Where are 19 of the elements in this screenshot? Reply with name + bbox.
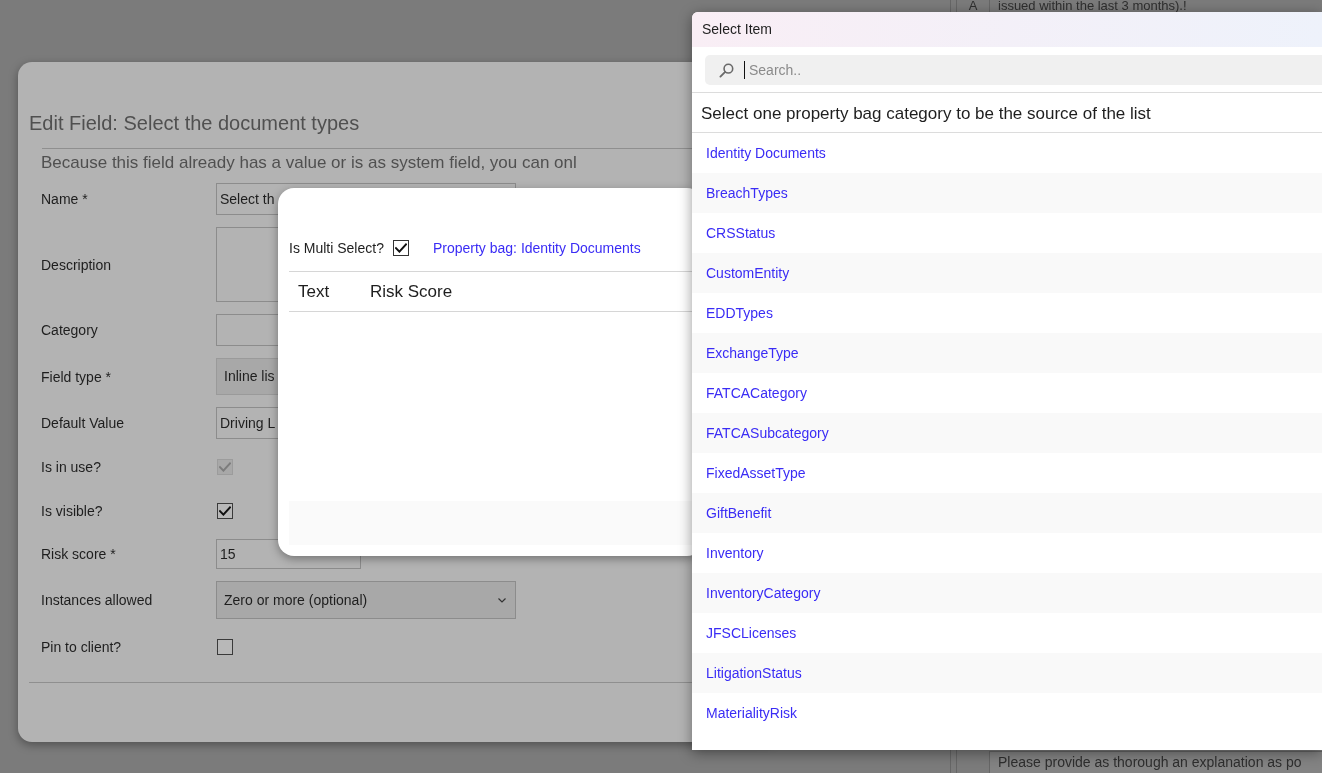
field-label: Pin to client? [41,639,122,655]
dialog-title: Edit Field: Select the document types [29,111,360,136]
table-cell: Please provide as thorough an explanation as po [989,751,1322,773]
field-label: Name * [41,191,88,207]
multi-select-label: Is Multi Select? [289,238,384,258]
column-header: Risk Score [370,281,453,301]
field-label: Field type * [41,368,112,385]
field-label: Instances allowed [41,592,153,608]
column-header: Text [298,281,330,301]
field-label: Is visible? [41,503,103,519]
notice-text: Because this field already has a value or is as system field, you can onl [41,152,577,174]
field-label: Risk score * [41,546,116,562]
field-label: Category [41,322,98,338]
panel-header: Select Item [692,12,1322,47]
instruction-text: Select one property bag category to be the source of the list [701,102,1151,125]
field-label: Default Value [41,415,124,431]
table-cell-text: A [967,0,979,12]
field-label: Is in use? [41,459,101,475]
field-label: Description [41,256,112,273]
